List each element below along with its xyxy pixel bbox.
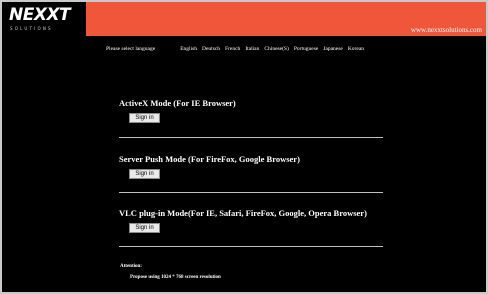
mode-title: ActiveX Mode (For IE Browser): [119, 98, 236, 108]
language-korean[interactable]: Korean: [348, 45, 364, 53]
language-french[interactable]: French: [225, 45, 240, 53]
language-prompt: Please select language: [106, 46, 156, 52]
activex-sign-in-button[interactable]: Sign in: [129, 113, 160, 123]
language-bar: Please select language English Deutsch F…: [106, 44, 369, 54]
section-divider: [119, 192, 383, 193]
section-divider: [119, 246, 383, 247]
page-frame: NEXXT SOLUTIONS www.nexxtsolutions.com P…: [0, 0, 488, 294]
logo-tagline: SOLUTIONS: [10, 26, 53, 31]
attention-label: Attention:: [120, 264, 142, 269]
language-english[interactable]: English: [180, 45, 197, 53]
server-push-sign-in-button[interactable]: Sign in: [129, 169, 160, 179]
site-url-link[interactable]: www.nexxtsolutions.com: [411, 26, 482, 34]
vlc-sign-in-button[interactable]: Sign in: [129, 223, 160, 233]
mode-title: VLC plug-in Mode(For IE, Safari, FireFox…: [119, 208, 367, 218]
brand-logo: NEXXT SOLUTIONS: [2, 2, 86, 36]
mode-activex: ActiveX Mode (For IE Browser) Sign in: [119, 98, 236, 123]
language-chinese-simplified[interactable]: Chinese(S): [264, 45, 288, 53]
language-japanese[interactable]: Japanese: [323, 45, 343, 53]
logo-wordmark: NEXXT: [9, 5, 71, 25]
mode-server-push: Server Push Mode (For FireFox, Google Br…: [119, 154, 300, 179]
attention-note: Propose using 1024 * 768 screen resoluti…: [130, 275, 221, 280]
language-deutsch[interactable]: Deutsch: [202, 45, 220, 53]
language-portuguese[interactable]: Portuguese: [294, 45, 318, 53]
mode-vlc-plugin: VLC plug-in Mode(For IE, Safari, FireFox…: [119, 208, 367, 233]
language-italian[interactable]: Italian: [245, 45, 259, 53]
section-divider: [119, 137, 383, 138]
header-bar: NEXXT SOLUTIONS www.nexxtsolutions.com: [2, 2, 486, 36]
mode-title: Server Push Mode (For FireFox, Google Br…: [119, 154, 300, 164]
